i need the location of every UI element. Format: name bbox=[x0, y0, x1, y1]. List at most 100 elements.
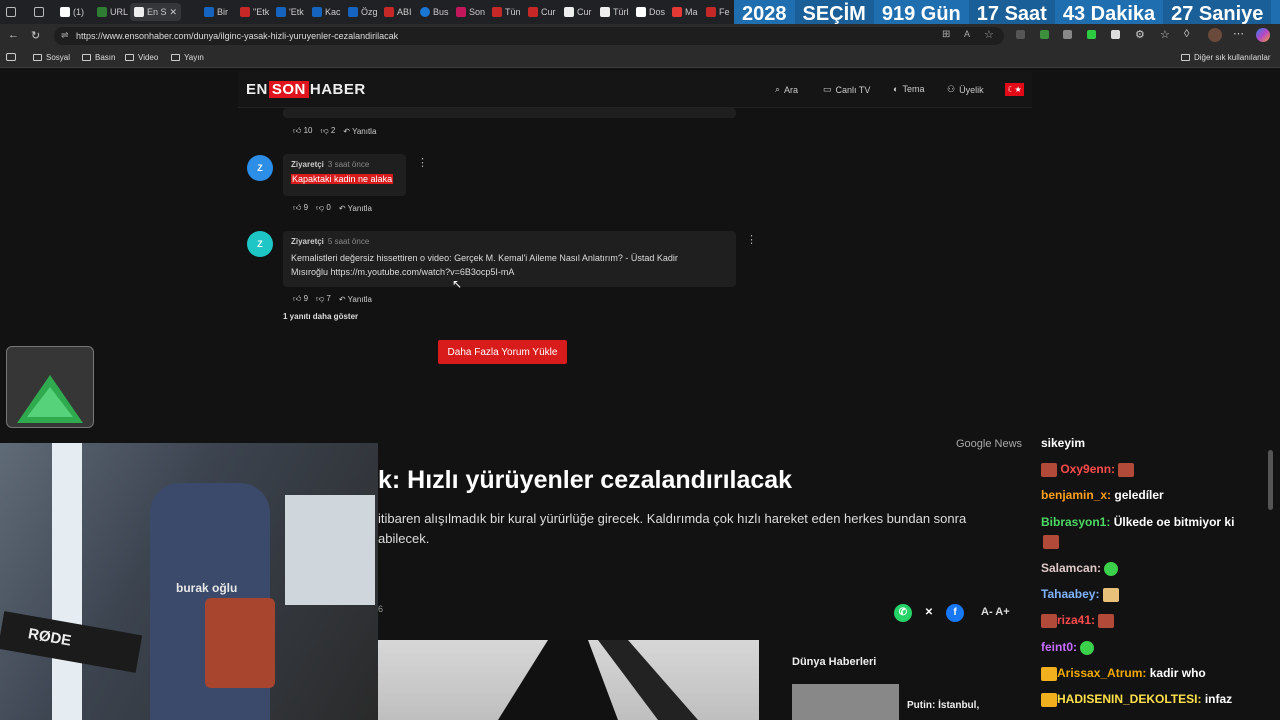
tab[interactable]: Türl bbox=[600, 3, 629, 21]
comment-menu-icon[interactable]: ⋮ bbox=[417, 156, 428, 169]
shield-icon[interactable]: ◊ bbox=[1184, 28, 1189, 40]
emote-icon bbox=[1104, 561, 1119, 576]
tab[interactable]: Özg bbox=[348, 3, 378, 21]
theme-icon: ◐ bbox=[893, 84, 899, 94]
tab[interactable]: Bus bbox=[420, 3, 449, 21]
extension-icon[interactable] bbox=[1111, 30, 1120, 39]
emote-icon bbox=[1118, 462, 1135, 477]
bookmark-folder-video[interactable]: Video bbox=[125, 53, 158, 62]
comment: Ziyaretçi 5 saat önce Kemalistleri değers… bbox=[283, 231, 736, 287]
comment-actions: 👍︎ 10 👎︎ 2 ↶ Yanıtla bbox=[293, 126, 376, 136]
folder-icon bbox=[1181, 54, 1190, 61]
comment-menu-icon[interactable]: ⋮ bbox=[746, 233, 757, 246]
extensions-puzzle-icon[interactable]: ⚙ bbox=[1135, 28, 1145, 41]
emote-icon bbox=[1080, 640, 1095, 655]
other-bookmarks[interactable]: Diğer sık kullanılanlar bbox=[1181, 53, 1270, 62]
whatsapp-share-icon[interactable]: ✆ bbox=[894, 604, 912, 622]
nav-live-tv[interactable]: ▭ Canlı TV bbox=[823, 84, 870, 95]
chair-brand-text: burak oğlu bbox=[176, 581, 238, 595]
copilot-icon[interactable] bbox=[1256, 28, 1270, 42]
like-button[interactable]: 👍︎ 9 bbox=[293, 203, 308, 213]
tab[interactable]: Tün bbox=[492, 3, 521, 21]
show-more-replies-link[interactable]: 1 yanıtı daha göster bbox=[283, 312, 358, 321]
world-news-thumbnail[interactable] bbox=[792, 684, 899, 720]
turkey-flag-icon[interactable]: ☾★ bbox=[1005, 83, 1024, 96]
tab-actions-icon[interactable] bbox=[34, 3, 44, 21]
extension-icon[interactable] bbox=[1063, 30, 1072, 39]
folder-icon bbox=[33, 54, 42, 61]
url-text: https://www.ensonhaber.com/dunya/ilginc-… bbox=[76, 31, 399, 41]
tab[interactable]: Son bbox=[456, 3, 485, 21]
emote-icon bbox=[1102, 587, 1119, 602]
tab[interactable]: 'Etk bbox=[276, 3, 304, 21]
google-news-link[interactable]: Google News bbox=[956, 438, 1022, 450]
webcam-overlay: burak oğlu RØDE bbox=[0, 443, 378, 720]
mouse-cursor-icon: ↖ bbox=[452, 277, 463, 291]
read-aloud-icon[interactable]: A bbox=[964, 29, 970, 39]
tab[interactable]: ABI bbox=[384, 3, 412, 21]
tab[interactable]: Cur bbox=[528, 3, 556, 21]
tab-url[interactable]: URL bbox=[97, 3, 128, 21]
close-tab-icon[interactable]: ✕ bbox=[170, 7, 178, 18]
font-size-controls[interactable]: A- A+ bbox=[981, 606, 1010, 618]
tab[interactable]: "Etk bbox=[240, 3, 269, 21]
bookmark-folder-yayin[interactable]: Yayın bbox=[171, 53, 204, 62]
comment-meta: Ziyaretçi 3 saat önce bbox=[291, 160, 398, 169]
chat-message: riza41: bbox=[1041, 613, 1115, 628]
favorite-star-icon[interactable]: ☆ bbox=[984, 28, 994, 41]
address-bar[interactable]: ⇌ https://www.ensonhaber.com/dunya/ilgin… bbox=[54, 27, 1004, 45]
site-info-icon[interactable]: ⇌ bbox=[61, 30, 69, 41]
tab[interactable]: Kac bbox=[312, 3, 341, 21]
reply-button[interactable]: ↶ Yanıtla bbox=[343, 127, 376, 136]
emote-icon bbox=[1043, 534, 1059, 549]
tab[interactable]: Bir bbox=[204, 3, 228, 21]
chat-message: benjamin_x: geledíler bbox=[1041, 488, 1164, 502]
favorites-icon[interactable]: ☆ bbox=[1160, 28, 1170, 41]
site-logo[interactable]: EN SON HABER bbox=[246, 81, 366, 98]
nav-membership[interactable]: ⚇ Üyelik bbox=[947, 84, 984, 95]
article-date: 6 bbox=[378, 604, 384, 614]
comment-author: Ziyaretçi bbox=[291, 160, 324, 169]
article-photo bbox=[498, 640, 698, 720]
workspaces-icon[interactable] bbox=[6, 3, 16, 21]
clover-pile-icon bbox=[17, 375, 83, 423]
tab-x[interactable]: (1) bbox=[60, 3, 84, 21]
facebook-share-icon[interactable]: f bbox=[946, 604, 964, 622]
user-icon: ⚇ bbox=[947, 84, 956, 94]
tab[interactable]: Ma bbox=[672, 3, 698, 21]
dislike-button[interactable]: 👎︎ 0 bbox=[316, 203, 331, 213]
nav-search[interactable]: ⌕ Ara bbox=[775, 84, 798, 95]
folder-icon bbox=[171, 54, 180, 61]
search-icon: ⌕ bbox=[775, 84, 781, 94]
app-install-icon[interactable]: ⊞ bbox=[942, 29, 950, 40]
tab[interactable]: Fe bbox=[706, 3, 730, 21]
tab[interactable]: Cur bbox=[564, 3, 592, 21]
nav-theme[interactable]: ◐ Tema bbox=[893, 84, 924, 94]
tab-active[interactable]: En S ✕ bbox=[130, 3, 182, 21]
comment-time: 3 saat önce bbox=[327, 160, 370, 169]
reply-button[interactable]: ↶ Yanıtla bbox=[339, 204, 372, 213]
comment-bubble-partial bbox=[283, 108, 736, 118]
load-more-comments-button[interactable]: Daha Fazla Yorum Yükle bbox=[438, 340, 567, 364]
profile-avatar[interactable] bbox=[1208, 28, 1222, 42]
bookmark-folder-basin[interactable]: Basın bbox=[82, 53, 115, 62]
bookmarks-menu-icon[interactable] bbox=[6, 53, 16, 61]
x-share-icon[interactable]: ✕ bbox=[920, 604, 938, 622]
comment-text: Kapaktaki kadin ne alaka bbox=[291, 174, 394, 184]
reload-icon[interactable]: ↻ bbox=[31, 29, 40, 42]
tab[interactable]: Dos bbox=[636, 3, 665, 21]
back-icon[interactable]: ← bbox=[8, 29, 19, 41]
world-news-item-title[interactable]: Putin: İstanbul, bbox=[907, 700, 979, 711]
reply-button[interactable]: ↶ Yanıtla bbox=[339, 295, 372, 304]
extension-icon[interactable] bbox=[1040, 30, 1049, 39]
folder-icon bbox=[82, 54, 91, 61]
dislike-button[interactable]: 👎︎ 7 bbox=[316, 294, 331, 304]
extension-icon[interactable] bbox=[1016, 30, 1025, 39]
more-menu-icon[interactable]: ⋯ bbox=[1233, 27, 1244, 40]
bookmark-folder-sosyal[interactable]: Sosyal bbox=[33, 53, 70, 62]
extension-icon[interactable] bbox=[1087, 30, 1096, 39]
dislike-button[interactable]: 👎︎ 2 bbox=[321, 126, 336, 136]
like-button[interactable]: 👍︎ 9 bbox=[293, 294, 308, 304]
avatar: Z bbox=[247, 155, 273, 181]
like-button[interactable]: 👍︎ 10 bbox=[293, 126, 313, 136]
